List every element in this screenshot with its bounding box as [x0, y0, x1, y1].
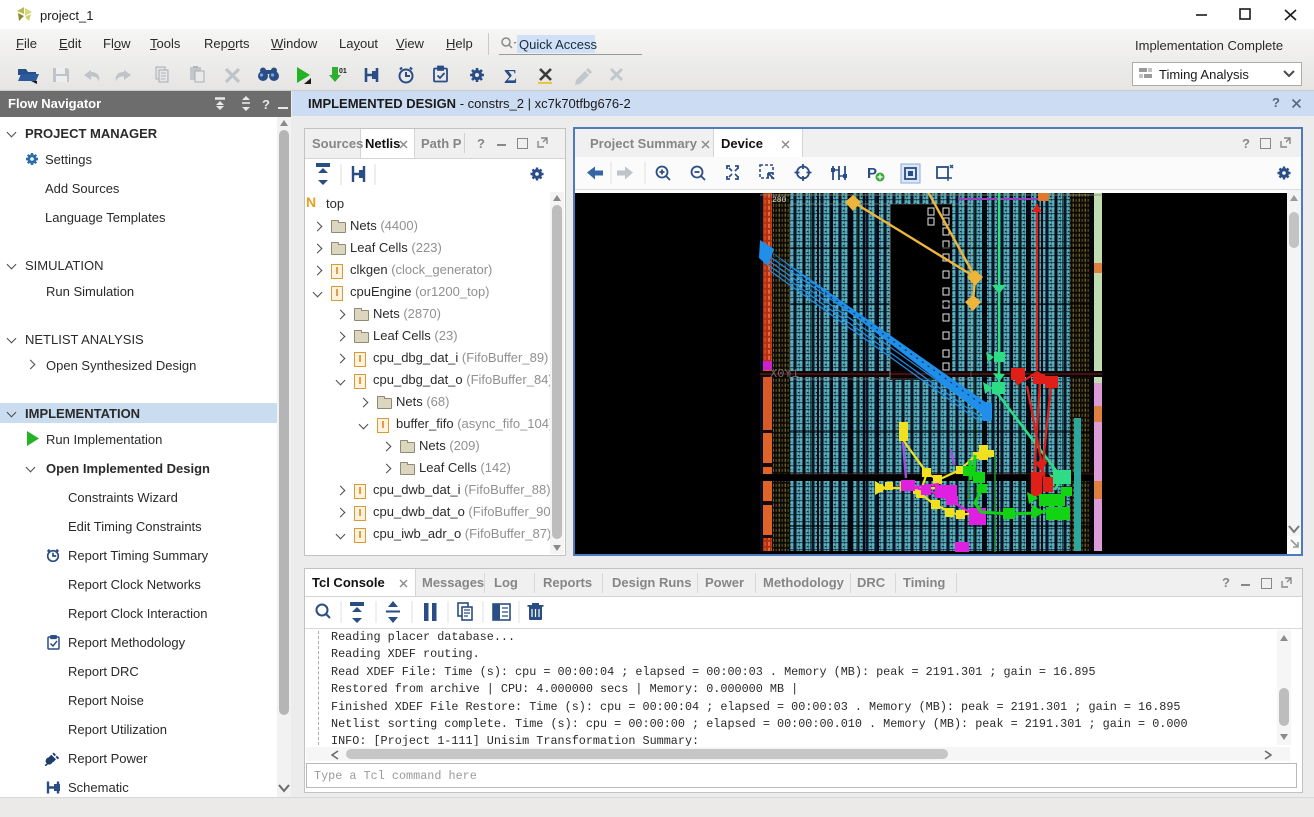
svg-text:X0Y1: X0Y1 [770, 367, 799, 381]
svg-text:Σ: Σ [504, 66, 517, 88]
svg-text:P: P [867, 165, 877, 182]
svg-text:01: 01 [339, 68, 347, 75]
svg-text:280: 280 [772, 196, 787, 205]
svg-text:?: ? [262, 97, 270, 112]
